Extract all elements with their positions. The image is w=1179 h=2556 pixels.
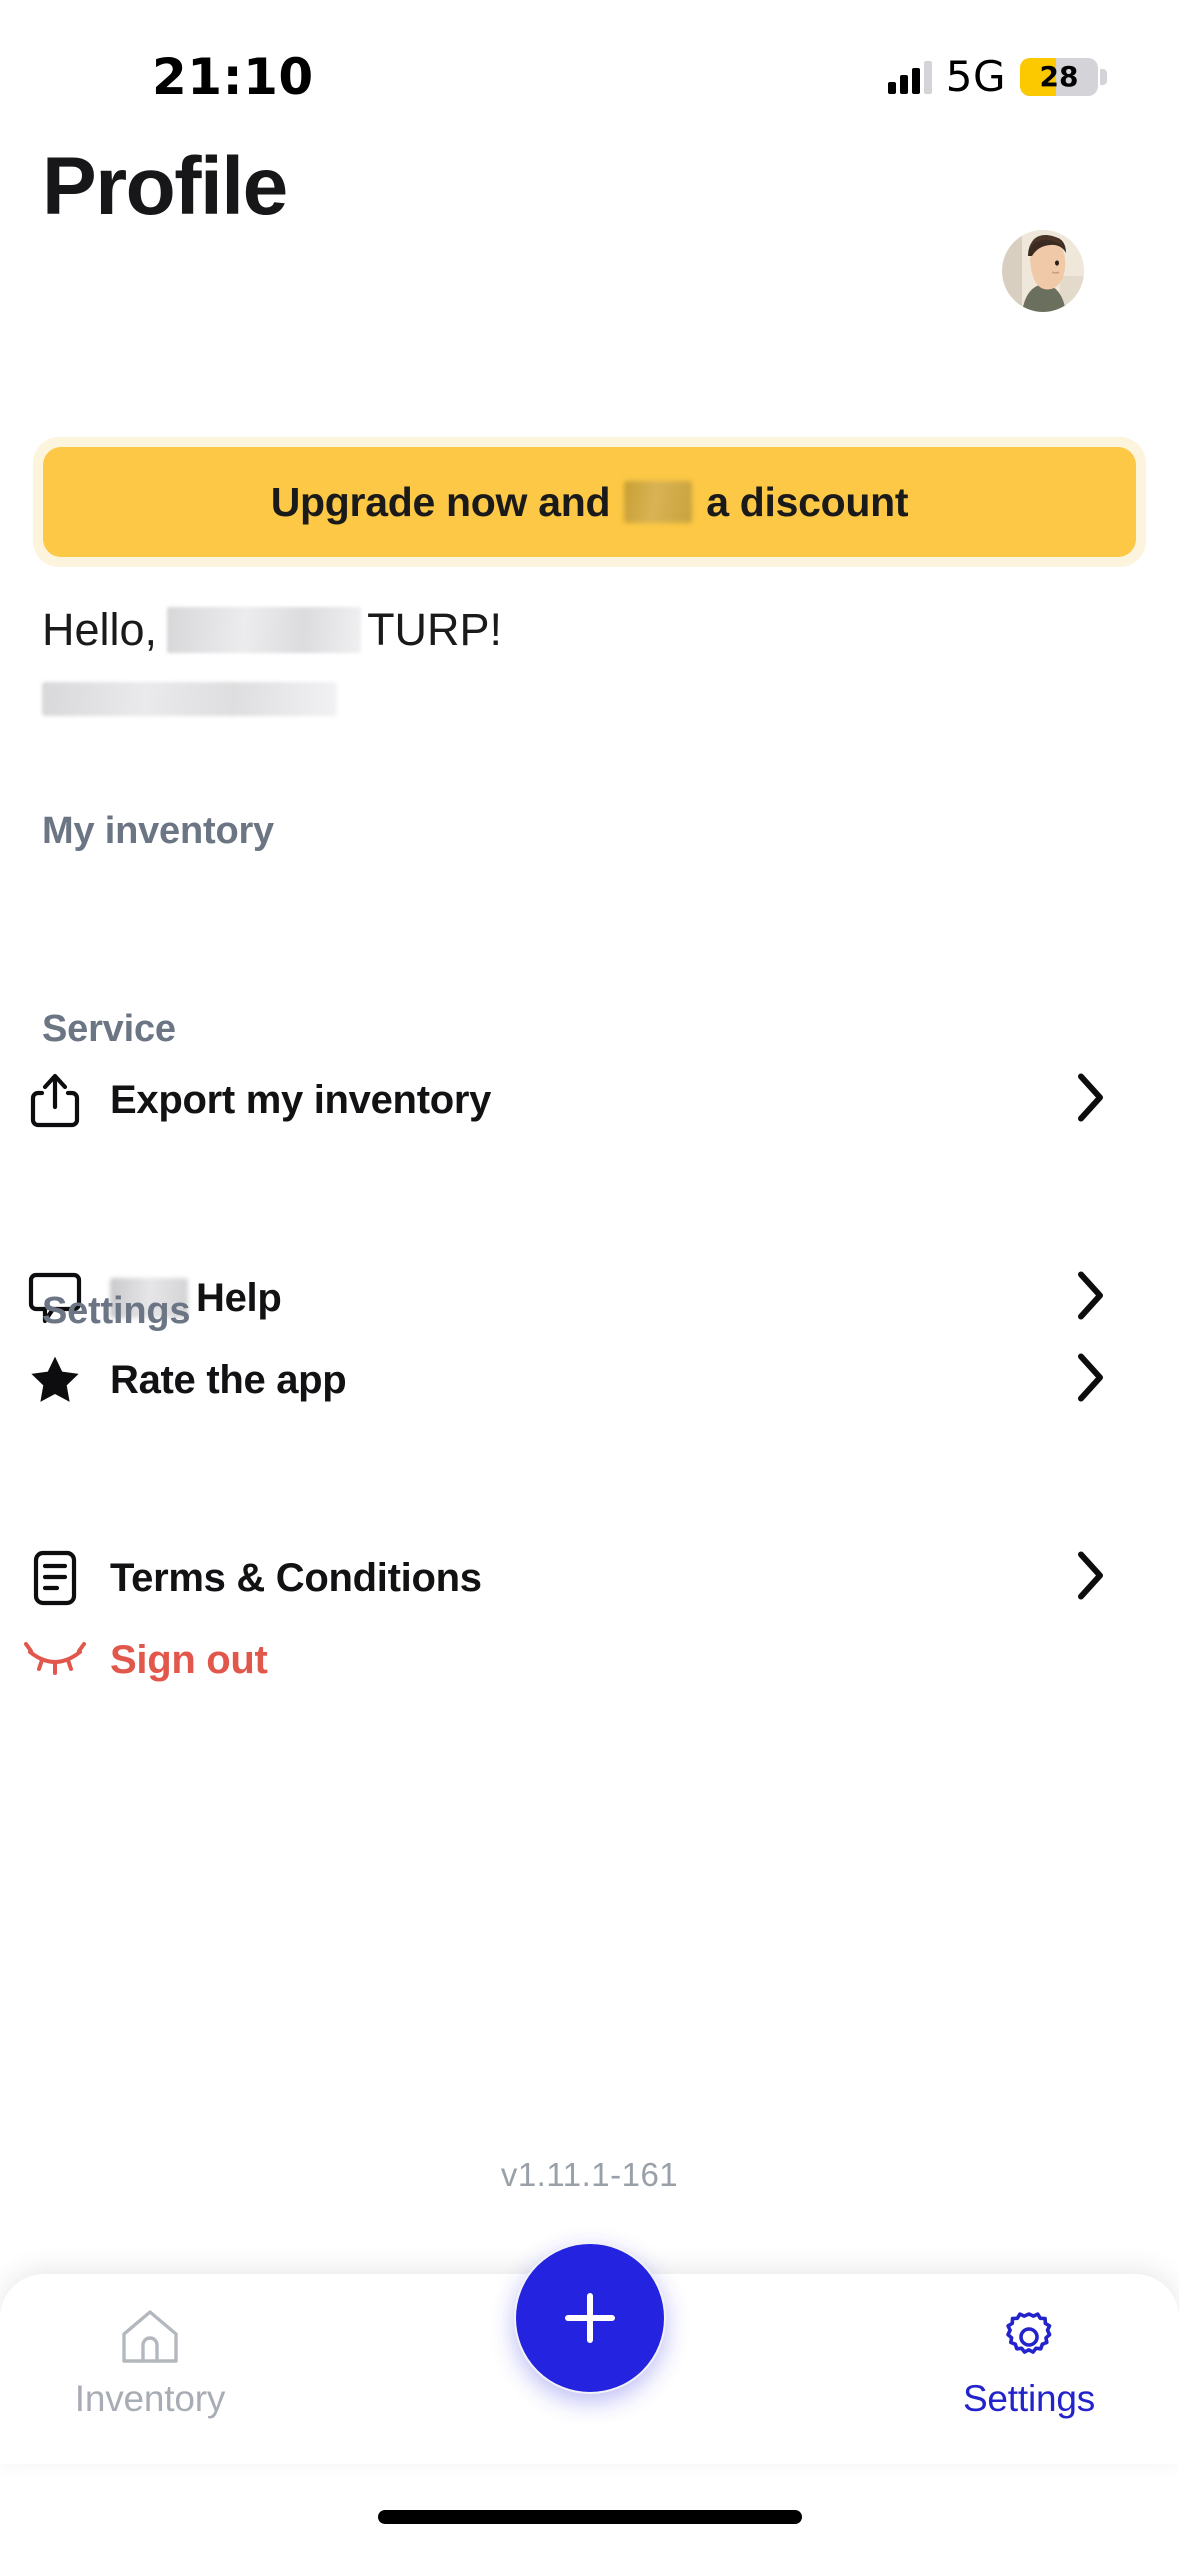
row-label-rate-the-app: Rate the app xyxy=(110,1357,347,1402)
star-icon xyxy=(0,1353,110,1407)
page-title: Profile xyxy=(42,141,288,232)
status-bar-time: 21:10 xyxy=(152,48,314,106)
promo-text-after: a discount xyxy=(706,478,909,525)
chevron-right-icon xyxy=(1075,1352,1107,1409)
app-version-label: v1.11.1-161 xyxy=(500,2156,679,2193)
greeting-suffix: TURP! xyxy=(367,604,503,655)
upgrade-promo-text: Upgrade now and a discount xyxy=(271,479,909,526)
section-header-my-inventory: My inventory xyxy=(42,810,274,852)
section-header-settings: Settings xyxy=(42,1290,191,1332)
profile-screen: 21:10 5G 28 Profile Upgrade now and a di… xyxy=(0,0,1179,2556)
chevron-right-icon xyxy=(1075,1550,1107,1607)
row-label-export-my-inventory: Export my inventory xyxy=(110,1077,492,1122)
chevron-right-icon xyxy=(1075,1270,1107,1327)
greeting-redacted-email xyxy=(42,682,337,716)
status-bar-indicators: 5G 28 xyxy=(887,52,1107,101)
battery-percent-label: 28 xyxy=(1039,60,1079,93)
row-export-my-inventory[interactable]: Export my inventory xyxy=(0,1052,1179,1148)
section-header-service: Service xyxy=(42,1008,176,1050)
greeting-redacted-name xyxy=(167,607,362,653)
row-sign-out[interactable]: Sign out xyxy=(0,1612,1179,1708)
upgrade-promo-inner: Upgrade now and a discount xyxy=(43,447,1136,557)
nav-label-inventory: Inventory xyxy=(74,2378,226,2419)
share-export-icon xyxy=(0,1072,110,1128)
avatar-image xyxy=(1002,230,1084,312)
gear-icon xyxy=(1006,2312,1052,2354)
document-icon xyxy=(0,1550,110,1606)
promo-redacted-word xyxy=(624,481,693,523)
row-label-sign-out: Sign out xyxy=(110,1637,268,1682)
avatar[interactable] xyxy=(1002,230,1084,312)
help-label-text: Help xyxy=(196,1275,282,1320)
row-rate-the-app[interactable]: Rate the app xyxy=(0,1332,1179,1428)
battery-icon: 28 xyxy=(1020,57,1098,96)
eye-closed-icon xyxy=(0,1640,110,1680)
nav-label-settings: Settings xyxy=(962,2378,1096,2419)
promo-text-before: Upgrade now and xyxy=(270,478,611,525)
chevron-right-icon xyxy=(1075,1072,1107,1129)
home-icon xyxy=(122,2310,178,2363)
status-bar: 21:10 5G 28 xyxy=(0,0,1179,130)
upgrade-promo-banner[interactable]: Upgrade now and a discount xyxy=(33,437,1146,567)
plus-icon xyxy=(564,2293,615,2343)
battery-tip-icon xyxy=(1100,68,1107,85)
home-indicator xyxy=(377,2510,802,2524)
greeting-prefix: Hello, xyxy=(42,604,158,655)
network-type-label: 5G xyxy=(945,52,1006,101)
nav-item-inventory[interactable]: Inventory xyxy=(0,2308,300,2420)
cellular-signal-icon xyxy=(887,60,932,94)
row-label-terms-and-conditions: Terms & Conditions xyxy=(110,1555,482,1600)
greeting-line: Hello, TURP! xyxy=(42,604,502,656)
add-button[interactable] xyxy=(513,2242,666,2394)
nav-item-settings[interactable]: Settings xyxy=(879,2308,1179,2420)
